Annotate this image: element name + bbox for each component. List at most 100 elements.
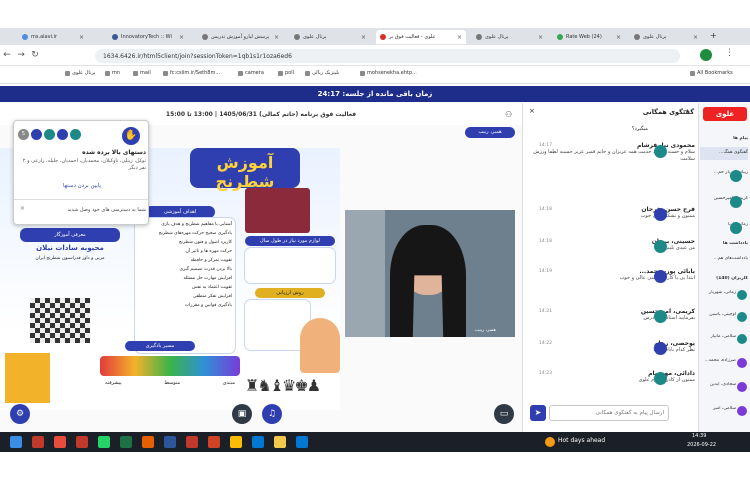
powerpoint-icon[interactable]	[208, 436, 220, 448]
whatsapp-icon[interactable]	[98, 436, 110, 448]
reload-icon[interactable]: ↻	[28, 50, 42, 60]
browser-tab[interactable]: پرتال علوی ×	[290, 30, 370, 44]
message-author: حسینی، برهان	[651, 238, 695, 245]
goal-item: کاربرد اصول و فنون شطرنج	[178, 240, 232, 245]
close-icon[interactable]: ×	[361, 34, 366, 41]
tab-favicon-icon	[634, 34, 640, 40]
avatar	[57, 129, 68, 140]
avatar	[730, 170, 742, 182]
app-icon[interactable]	[252, 436, 264, 448]
raised-hands-avatars: 5	[18, 129, 81, 140]
bookmark-item[interactable]: mn	[105, 70, 120, 76]
close-icon[interactable]: ×	[616, 34, 621, 41]
close-icon[interactable]: ×	[457, 34, 462, 41]
goal-item: تقویت اعتماد به نفس	[191, 285, 232, 290]
close-icon[interactable]: ×	[274, 34, 279, 41]
camera-button[interactable]: ▣	[232, 404, 252, 424]
chessboard-image	[30, 298, 90, 343]
level-label: متوسط	[164, 380, 181, 386]
bookmark-item[interactable]: بلیتزبک ریالی	[305, 70, 339, 76]
chrome-icon[interactable]	[230, 436, 242, 448]
browser-tab[interactable]: Rate Web (24) ×	[553, 30, 625, 44]
app-icon[interactable]	[54, 436, 66, 448]
avatar[interactable]	[700, 49, 712, 61]
close-icon[interactable]: ×	[693, 34, 698, 41]
options-button[interactable]: ⚙	[10, 404, 30, 424]
clock-date[interactable]: 2026-09-22	[687, 442, 716, 448]
close-icon[interactable]: ×	[529, 107, 535, 115]
bookmark-icon	[305, 70, 310, 76]
goal-item: بالا بردن قدرت تصمیم گیری	[179, 267, 233, 272]
webcam-video[interactable]: همبر، ربیب	[345, 210, 515, 337]
firefox-icon[interactable]	[142, 436, 154, 448]
goal-item: یادگیری قوانین و مقررات	[184, 303, 232, 308]
app-icon[interactable]	[186, 436, 198, 448]
avatar	[737, 382, 747, 392]
screen-share-button[interactable]: ▭	[494, 404, 514, 424]
forward-icon[interactable]: →	[14, 50, 28, 60]
avatar	[737, 406, 747, 416]
teacher-label: معرفی آموزگار	[20, 228, 120, 242]
lower-hands-button[interactable]: پایین بردن دستها	[18, 183, 146, 189]
address-bar[interactable]: 1634.6426.ir/html5client/join?sessionTok…	[95, 49, 680, 63]
learning-path-bar	[100, 356, 240, 376]
chat-message: یوحصی، رهام 14:22 نظر کدام بابام دقیقا	[527, 340, 695, 366]
bookmark-item[interactable]: fc:cslim.ir/Seth8m...	[163, 70, 220, 76]
avatar	[44, 129, 55, 140]
browser-tab-active[interactable]: علوی - فعالیت فوق بر ×	[376, 30, 466, 44]
browser-tab[interactable]: پرسش لیارو آموزش تدریس ×	[198, 30, 283, 44]
tab-favicon-icon	[294, 34, 300, 40]
public-chat-item[interactable]: گفتگوی همگ...	[700, 147, 748, 160]
message-time: 14:21	[539, 309, 552, 314]
close-icon[interactable]: ×	[79, 34, 84, 41]
start-icon[interactable]	[10, 436, 22, 448]
menu-icon[interactable]: ⋮	[725, 48, 734, 58]
browser-tab[interactable]: InnovatoryTech :: Wi ×	[108, 30, 188, 44]
close-icon[interactable]: ×	[538, 34, 543, 41]
camera-icon: ▣	[237, 409, 247, 419]
shared-notes-item[interactable]: یادداشت‌های هم...	[700, 256, 748, 261]
app-icon[interactable]	[32, 436, 44, 448]
app-icon[interactable]	[76, 436, 88, 448]
message-author: فرج حسن، فرحان	[641, 206, 695, 213]
bookmark-item[interactable]: mohsenekha.ehtp...	[360, 70, 417, 76]
browser-tab[interactable]: پرتال علوی ×	[472, 30, 547, 44]
users-section-title: کاربران (140)	[716, 276, 748, 281]
kid-illustration	[300, 318, 340, 373]
word-icon[interactable]	[164, 436, 176, 448]
path-heading: مسیر یادگیری	[125, 341, 195, 351]
close-icon[interactable]: ×	[179, 34, 184, 41]
bookmark-item[interactable]: mail	[133, 70, 151, 76]
clock-time[interactable]: 14:39	[692, 433, 706, 439]
message-author: بابائی پور، محمد...	[639, 268, 695, 275]
headphones-icon: ♫	[267, 409, 277, 419]
teacher-description: مربی و داور فدراسیون شطرنج ایران	[35, 256, 105, 261]
app-icon[interactable]	[296, 436, 308, 448]
bookmark-item[interactable]: پرتال علوی	[65, 70, 95, 76]
tab-favicon-icon	[112, 34, 118, 40]
bookmark-item[interactable]: poll	[278, 70, 294, 76]
send-button[interactable]: ➤	[530, 405, 546, 421]
bookmark-item-all[interactable]: All Bookmarks	[690, 70, 733, 76]
close-icon[interactable]: ×	[20, 205, 25, 212]
tab-favicon-icon	[380, 34, 386, 40]
browser-tab[interactable]: پرتال علوی ×	[630, 30, 702, 44]
excel-icon[interactable]	[120, 436, 132, 448]
users-icon[interactable]: ⚇	[505, 110, 512, 119]
bookmark-item[interactable]: camera	[238, 70, 264, 76]
browser-tab[interactable]: ms.alavi.ir ×	[18, 30, 88, 44]
avatar	[737, 290, 747, 300]
new-tab-button[interactable]: +	[710, 31, 717, 40]
level-label: پیشرفته	[105, 380, 122, 386]
folder-icon[interactable]	[274, 436, 286, 448]
video-label: همبر، ربیب	[475, 328, 496, 333]
chat-input[interactable]	[549, 405, 669, 421]
weather-text[interactable]: Hot days ahead	[558, 437, 605, 444]
message-time: 14:18	[539, 207, 552, 212]
back-arrow-icon[interactable]: →	[683, 107, 689, 115]
slide-title: آموزش شطرنج	[215, 153, 275, 191]
audio-button[interactable]: ♫	[262, 404, 282, 424]
message-text: ممنون و تشکر خیلی خوب	[640, 213, 695, 219]
level-label: مبتدی	[222, 380, 235, 386]
back-icon[interactable]: ←	[0, 50, 14, 60]
